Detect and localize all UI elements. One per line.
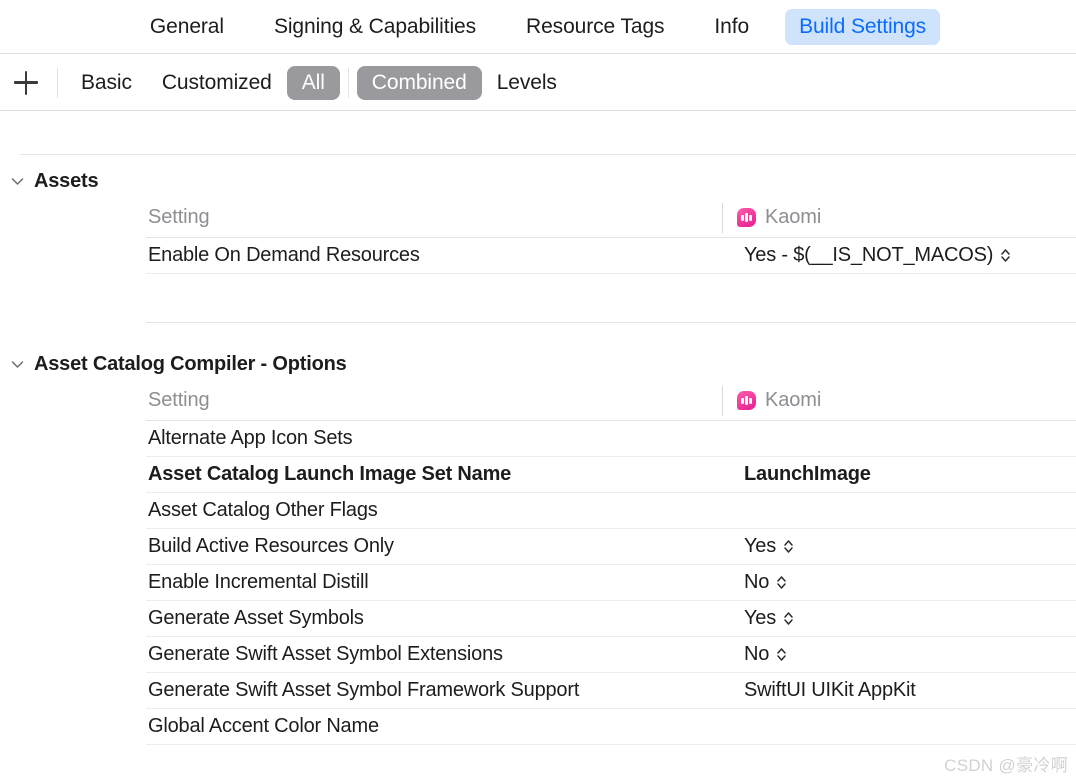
chevron-down-icon[interactable] [6, 177, 28, 186]
tab-build-settings[interactable]: Build Settings [785, 8, 941, 45]
column-header-target[interactable]: Kaomi [722, 385, 1076, 416]
value-stepper[interactable] [776, 575, 787, 590]
build-settings-window: General Signing & Capabilities Resource … [0, 0, 1076, 784]
table-row[interactable]: Enable Incremental Distill No [146, 565, 1076, 601]
setting-name: Enable Incremental Distill [148, 571, 369, 593]
settings-group-assets: Assets Setting Kaomi Enable On Demand Re… [0, 164, 1076, 323]
value-stepper[interactable] [776, 647, 787, 662]
group-header-assets[interactable]: Assets [0, 164, 1076, 198]
group-bottom-rule [146, 322, 1076, 323]
column-header-setting[interactable]: Setting [146, 206, 722, 229]
group-title: Assets [34, 169, 99, 192]
filter-all[interactable]: All [286, 65, 340, 100]
watermark: CSDN @豪冷啊 [944, 756, 1068, 775]
setting-value-cell[interactable]: No [744, 643, 1076, 666]
filter-customized[interactable]: Customized [147, 66, 287, 100]
settings-table-assets: Setting Kaomi Enable On Demand Resources… [146, 198, 1076, 274]
table-row[interactable]: Generate Swift Asset Symbol Extensions N… [146, 637, 1076, 673]
column-header-setting[interactable]: Setting [146, 389, 722, 412]
setting-name: Alternate App Icon Sets [148, 427, 353, 449]
target-label: Kaomi [765, 206, 822, 228]
value-stepper[interactable] [783, 611, 794, 626]
tab-resource-tags[interactable]: Resource Tags [512, 9, 678, 45]
tab-signing-capabilities[interactable]: Signing & Capabilities [260, 9, 490, 45]
table-row[interactable]: Asset Catalog Other Flags [146, 493, 1076, 529]
setting-value: No [744, 571, 770, 593]
filter-levels[interactable]: Levels [482, 66, 572, 100]
value-stepper[interactable] [783, 539, 794, 554]
column-header-target[interactable]: Kaomi [722, 202, 1076, 233]
filter-combined[interactable]: Combined [356, 65, 482, 100]
setting-name: Generate Swift Asset Symbol Extensions [148, 643, 503, 665]
tab-general[interactable]: General [136, 9, 238, 45]
build-settings-toolbar: Basic Customized All Combined Levels [0, 55, 1076, 111]
add-build-setting-button[interactable] [3, 63, 49, 103]
table-row[interactable]: Build Active Resources Only Yes [146, 529, 1076, 565]
setting-value-cell[interactable]: No [744, 571, 1076, 594]
settings-table-asset-catalog-compiler: Setting Kaomi Alternate App Icon Sets As… [146, 381, 1076, 745]
setting-value: Yes [744, 607, 777, 629]
value-stepper[interactable] [1000, 248, 1011, 263]
toolbar-divider-2 [347, 67, 349, 98]
list-top-rule [20, 154, 1076, 155]
setting-value: No [744, 643, 770, 665]
setting-name: Build Active Resources Only [148, 535, 394, 557]
table-row[interactable]: Alternate App Icon Sets [146, 421, 1076, 457]
plus-icon-vertical [24, 70, 28, 95]
table-row[interactable]: Generate Asset Symbols Yes [146, 601, 1076, 637]
setting-value-cell[interactable]: SwiftUI UIKit AppKit [744, 679, 1076, 702]
table-row[interactable]: Global Accent Color Name [146, 709, 1076, 745]
setting-name: Asset Catalog Launch Image Set Name [148, 463, 512, 485]
setting-value: Yes [744, 535, 777, 557]
setting-value-cell[interactable]: Yes - $(__IS_NOT_MACOS) [744, 244, 1076, 267]
group-title: Asset Catalog Compiler - Options [34, 352, 347, 375]
setting-name: Asset Catalog Other Flags [148, 499, 378, 521]
settings-group-asset-catalog-compiler: Asset Catalog Compiler - Options Setting… [0, 347, 1076, 745]
filter-basic[interactable]: Basic [66, 66, 147, 100]
table-row[interactable]: Enable On Demand Resources Yes - $(__IS_… [146, 238, 1076, 274]
group-header-asset-catalog-compiler[interactable]: Asset Catalog Compiler - Options [0, 347, 1076, 381]
target-label: Kaomi [765, 389, 822, 411]
project-editor-tabbar: General Signing & Capabilities Resource … [0, 0, 1076, 54]
table-header-row: Setting Kaomi [146, 198, 1076, 238]
setting-name: Enable On Demand Resources [148, 244, 420, 266]
table-row[interactable]: Generate Swift Asset Symbol Framework Su… [146, 673, 1076, 709]
setting-value: Yes - $(__IS_NOT_MACOS) [744, 244, 994, 266]
setting-value: SwiftUI UIKit AppKit [744, 679, 916, 701]
setting-name: Generate Asset Symbols [148, 607, 364, 629]
chat-waveform-icon [737, 391, 756, 410]
setting-name: Global Accent Color Name [148, 715, 379, 737]
build-settings-list[interactable]: Assets Setting Kaomi Enable On Demand Re… [0, 112, 1076, 784]
setting-name: Generate Swift Asset Symbol Framework Su… [148, 679, 580, 701]
chat-waveform-icon [737, 208, 756, 227]
chevron-down-icon[interactable] [6, 360, 28, 369]
toolbar-divider-1 [57, 67, 58, 98]
setting-value-cell[interactable]: Yes [744, 535, 1076, 558]
setting-value-cell[interactable]: Yes [744, 607, 1076, 630]
setting-value-cell[interactable]: LaunchImage [744, 463, 1076, 486]
tab-info[interactable]: Info [700, 9, 763, 45]
table-header-row: Setting Kaomi [146, 381, 1076, 421]
setting-value: LaunchImage [744, 463, 871, 485]
table-row[interactable]: Asset Catalog Launch Image Set Name Laun… [146, 457, 1076, 493]
